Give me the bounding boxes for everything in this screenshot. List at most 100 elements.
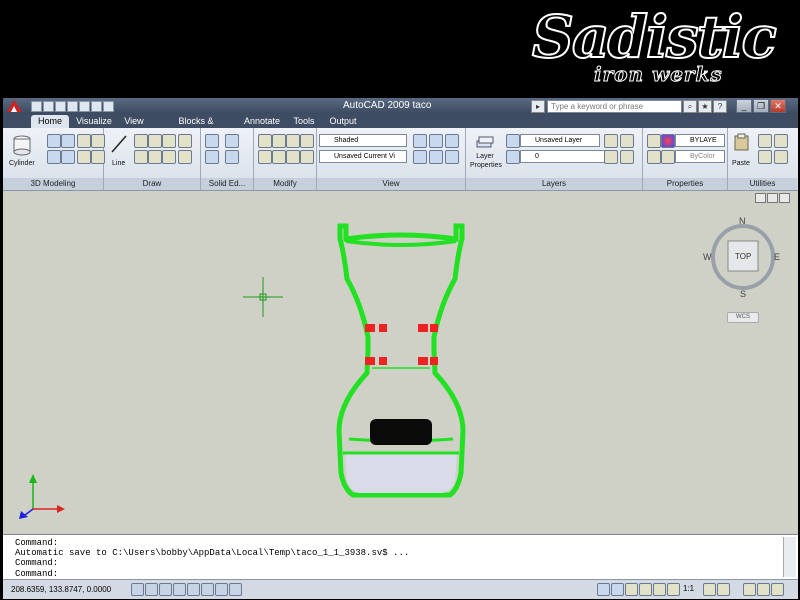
color-wheel-icon[interactable] [661,134,675,148]
grid-display-icon[interactable] [145,583,158,596]
tab-view[interactable]: View [119,115,149,128]
new-icon[interactable] [31,101,42,112]
cut-icon[interactable] [758,134,772,148]
autocad-logo-icon[interactable] [5,99,25,113]
line-label[interactable]: Line [112,160,125,167]
tab-output[interactable]: Output [325,115,361,128]
rectangle-icon[interactable] [162,134,176,148]
close-button[interactable]: ✕ [770,99,786,113]
linetype-icon[interactable] [647,150,661,164]
panel-title-draw[interactable]: Draw [104,178,200,190]
cylinder-icon[interactable] [13,134,31,156]
align-icon[interactable] [286,134,300,148]
loft-icon[interactable] [61,150,75,164]
line-icon[interactable] [110,134,128,154]
move-icon[interactable] [258,134,272,148]
tab-visualize[interactable]: Visualize [73,115,115,128]
clean-screen-icon[interactable] [771,583,784,596]
solid-edit-icon[interactable] [205,134,219,148]
paste-label[interactable]: Paste [732,160,750,167]
showmotion-icon[interactable] [667,583,680,596]
chassis-frame[interactable] [336,223,466,498]
layer-walk-icon[interactable] [620,150,634,164]
arc-icon[interactable] [162,150,176,164]
visual-style-select[interactable]: Shaded [319,134,407,147]
layout-icon[interactable] [611,583,624,596]
tab-blocks-references[interactable]: Blocks & References [155,115,237,139]
camera-icon[interactable] [413,150,427,164]
redo-icon[interactable] [91,101,102,112]
ortho-mode-icon[interactable] [159,583,172,596]
copy-clip-icon[interactable] [774,134,788,148]
tank-block[interactable] [370,419,432,445]
subtract-icon[interactable] [91,134,105,148]
command-scrollbar[interactable] [783,537,796,577]
layer-state-select[interactable]: Unsaved Layer [520,134,600,147]
mirror-icon[interactable] [286,150,300,164]
polar-tracking-icon[interactable] [173,583,186,596]
separate-icon[interactable] [225,150,239,164]
search-input[interactable]: Type a keyword or phrase [547,100,682,113]
model-space-icon[interactable] [597,583,610,596]
3d-move-icon[interactable] [272,134,286,148]
search-options-icon[interactable]: ▸ [531,100,545,113]
viewport-config-icon[interactable] [445,150,459,164]
circle-icon[interactable] [148,134,162,148]
layer-match-icon[interactable] [604,150,618,164]
tab-tools[interactable]: Tools [287,115,321,128]
spline-icon[interactable] [134,150,148,164]
extrude-icon[interactable] [47,134,61,148]
annotation-scale[interactable]: 1:1 [683,584,694,593]
object-snap-tracking-icon[interactable] [201,583,214,596]
quick-calc-icon[interactable] [758,150,772,164]
tab-annotate[interactable]: Annotate [241,115,283,128]
measure-icon[interactable] [774,150,788,164]
layer-properties-label[interactable]: Layer Properties [470,152,502,170]
compass-east[interactable]: E [774,252,780,262]
visual-style-manager-icon[interactable] [413,134,427,148]
panel-title-3d-modeling[interactable]: 3D Modeling [3,178,103,190]
layer-properties-icon[interactable] [476,133,494,149]
coordinate-readout[interactable]: 208.6359, 133.8747, 0.0000 [11,585,111,594]
layer-state-icon[interactable] [506,134,520,148]
polygon-icon[interactable] [148,150,162,164]
panel-title-utilities[interactable]: Utilities [728,178,797,190]
lock-icon[interactable] [757,583,770,596]
paste-icon[interactable] [734,133,750,151]
cylinder-label[interactable]: Cylinder [9,160,35,167]
named-view-select[interactable]: Unsaved Current Vi [319,150,407,163]
3d-rotate-icon[interactable] [272,150,286,164]
lineweight-icon[interactable] [661,150,675,164]
auto-scale-icon[interactable] [717,583,730,596]
panel-title-solid-editing[interactable]: Solid Ed... [201,178,253,190]
dynamic-input-icon[interactable] [229,583,242,596]
presspull-icon[interactable] [91,150,105,164]
print-icon[interactable] [67,101,78,112]
ucs-menu-button[interactable]: WCS [727,312,759,323]
help-icon[interactable]: ? [713,100,727,113]
shell-icon[interactable] [225,134,239,148]
layer-isolate-icon[interactable] [620,134,634,148]
polyline-icon[interactable] [134,134,148,148]
undo-icon[interactable] [79,101,90,112]
sweep-icon[interactable] [47,150,61,164]
rotate-icon[interactable] [258,150,272,164]
slice-icon[interactable] [205,150,219,164]
layer-select[interactable]: 0 [520,150,614,163]
panel-title-modify[interactable]: Modify [254,178,316,190]
layer-previous-icon[interactable] [604,134,618,148]
save-icon[interactable] [55,101,66,112]
object-snap-icon[interactable] [187,583,200,596]
union-icon[interactable] [77,134,91,148]
minimize-button[interactable]: _ [736,99,752,113]
array-icon[interactable] [300,150,314,164]
zoom-status-icon[interactable] [639,583,652,596]
mount-brackets[interactable] [365,324,438,365]
workspace-switch-icon[interactable] [743,583,756,596]
copy-icon[interactable] [300,134,314,148]
ellipse-icon[interactable] [178,150,192,164]
drawing-viewport[interactable]: TOP N S E W WCS [3,191,798,533]
panel-title-view[interactable]: View [317,178,465,190]
intersect-icon[interactable] [77,150,91,164]
compass-west[interactable]: W [703,252,712,262]
